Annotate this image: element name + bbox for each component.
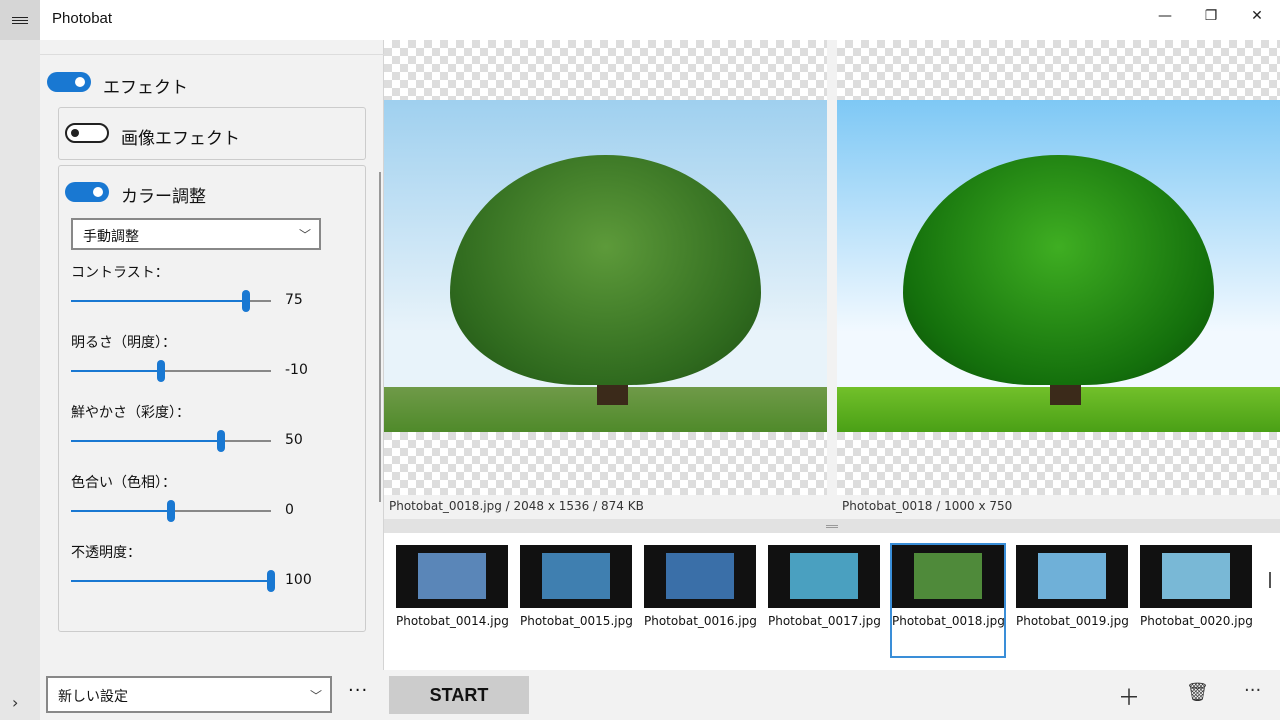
minimize-button[interactable]: — (1142, 0, 1188, 32)
color-adjust-card: カラー調整 手動調整 ﹀ コントラスト： 75 明るさ（明度）： -10 鮮やかさ（彩度… (58, 165, 366, 632)
image-effect-toggle[interactable] (65, 123, 109, 143)
image-effect-label: 画像エフェクト (121, 129, 240, 149)
preset-value: 新しい設定 (58, 689, 128, 705)
result-preview (837, 40, 1280, 495)
adjust-mode-value: 手動調整 (83, 229, 139, 245)
thumbnail-name: Photobat_0014.jpg (396, 614, 509, 628)
slider-fill (71, 370, 161, 372)
effect-label: エフェクト (103, 78, 188, 98)
thumbnail-item[interactable]: Photobat_0014.jpg (396, 545, 509, 628)
thumbnail-item[interactable]: Photobat_0017.jpg (768, 545, 881, 628)
slider-thumb[interactable] (157, 360, 165, 382)
trash-icon[interactable]: 🗑 (1186, 682, 1209, 703)
restore-button[interactable]: ❐ (1188, 0, 1234, 32)
nav-strip: › (0, 40, 40, 720)
color-adjust-toggle[interactable] (65, 182, 109, 202)
slider-label: 色合い（色相）： (71, 475, 176, 491)
slider-value: 75 (285, 292, 303, 308)
chevron-down-icon: ﹀ (309, 689, 322, 703)
original-photo (384, 100, 827, 432)
slider-track[interactable] (71, 360, 271, 382)
slider-label: 不透明度： (71, 545, 141, 561)
slider-track[interactable] (71, 500, 271, 522)
thumbnail-name: Photobat_0017.jpg (768, 614, 881, 628)
close-button[interactable]: ✕ (1234, 0, 1280, 32)
thumbnail-image (768, 545, 880, 608)
overflow-more-button[interactable]: ··· (1244, 680, 1261, 701)
slider-value: 0 (285, 502, 294, 518)
splitter-grip-icon[interactable] (826, 525, 838, 528)
thumbnail-image (1016, 545, 1128, 608)
slider-label: 鮮やかさ（彩度）： (71, 405, 190, 421)
preset-more-button[interactable]: ··· (348, 680, 368, 701)
panel-scrollbar[interactable] (379, 172, 381, 502)
color-adjust-label: カラー調整 (121, 187, 206, 207)
thumbnail-item[interactable]: Photobat_0020.jpg (1140, 545, 1253, 628)
thumbnail-strip: Photobat_0014.jpg Photobat_0015.jpg Photob… (384, 533, 1280, 670)
chevron-down-icon: ﹀ (298, 228, 311, 242)
slider-track[interactable] (71, 290, 271, 312)
slider-thumb[interactable] (267, 570, 275, 592)
slider-track[interactable] (71, 430, 271, 452)
slider-fill (71, 510, 171, 512)
thumbnail-image (520, 545, 632, 608)
slider-fill (71, 300, 246, 302)
slider-thumb[interactable] (242, 290, 250, 312)
title-bar: Photobat — ❐ ✕ (0, 0, 1280, 40)
slider-value: 50 (285, 432, 303, 448)
slider-label: 明るさ（明度）： (71, 335, 176, 351)
start-button[interactable]: START (389, 676, 529, 714)
slider-label: コントラスト： (71, 265, 169, 281)
add-icon[interactable]: ＋ (1118, 680, 1140, 712)
effect-toggle[interactable] (47, 72, 91, 92)
result-photo (837, 100, 1280, 432)
thumbnail-name: Photobat_0018.jpg (892, 614, 1005, 628)
thumbnail-scrollbar[interactable] (1269, 572, 1271, 588)
thumbnail-name: Photobat_0015.jpg (520, 614, 633, 628)
expand-chevron-icon[interactable]: › (12, 693, 18, 712)
thumbnail-image (396, 545, 508, 608)
app-title: Photobat (52, 10, 113, 27)
slider-fill (71, 440, 221, 442)
original-info: Photobat_0018.jpg / 2048 x 1536 / 874 KB (384, 495, 827, 519)
slider-thumb[interactable] (167, 500, 175, 522)
thumbnail-image (1140, 545, 1252, 608)
slider-thumb[interactable] (217, 430, 225, 452)
slider-track[interactable] (71, 570, 275, 592)
bottom-bar: 新しい設定 ﹀ ··· START ＋ 🗑 ··· (40, 670, 1280, 720)
adjust-mode-dropdown[interactable]: 手動調整 ﹀ (71, 218, 321, 250)
settings-panel: エフェクト 画像エフェクト カラー調整 手動調整 ﹀ コントラスト： 75 明るさ（… (40, 40, 384, 670)
thumbnail-name: Photobat_0020.jpg (1140, 614, 1253, 628)
thumbnail-item[interactable]: Photobat_0015.jpg (520, 545, 633, 628)
slider-fill (71, 580, 271, 582)
thumbnail-name: Photobat_0016.jpg (644, 614, 757, 628)
thumbnail-image (644, 545, 756, 608)
slider-value: -10 (285, 362, 308, 378)
thumbnail-item[interactable]: Photobat_0016.jpg (644, 545, 757, 628)
image-effect-card: 画像エフェクト (58, 107, 366, 160)
thumbnail-name: Photobat_0019.jpg (1016, 614, 1129, 628)
result-info: Photobat_0018 / 1000 x 750 (837, 495, 1280, 519)
thumbnail-item[interactable]: Photobat_0018.jpg (890, 543, 1006, 658)
thumbnail-item[interactable]: Photobat_0019.jpg (1016, 545, 1129, 628)
thumbnail-image (892, 545, 1004, 608)
original-preview (384, 40, 827, 495)
slider-value: 100 (285, 572, 312, 588)
preset-dropdown[interactable]: 新しい設定 ﹀ (46, 676, 332, 713)
hamburger-menu-icon[interactable] (0, 0, 40, 40)
